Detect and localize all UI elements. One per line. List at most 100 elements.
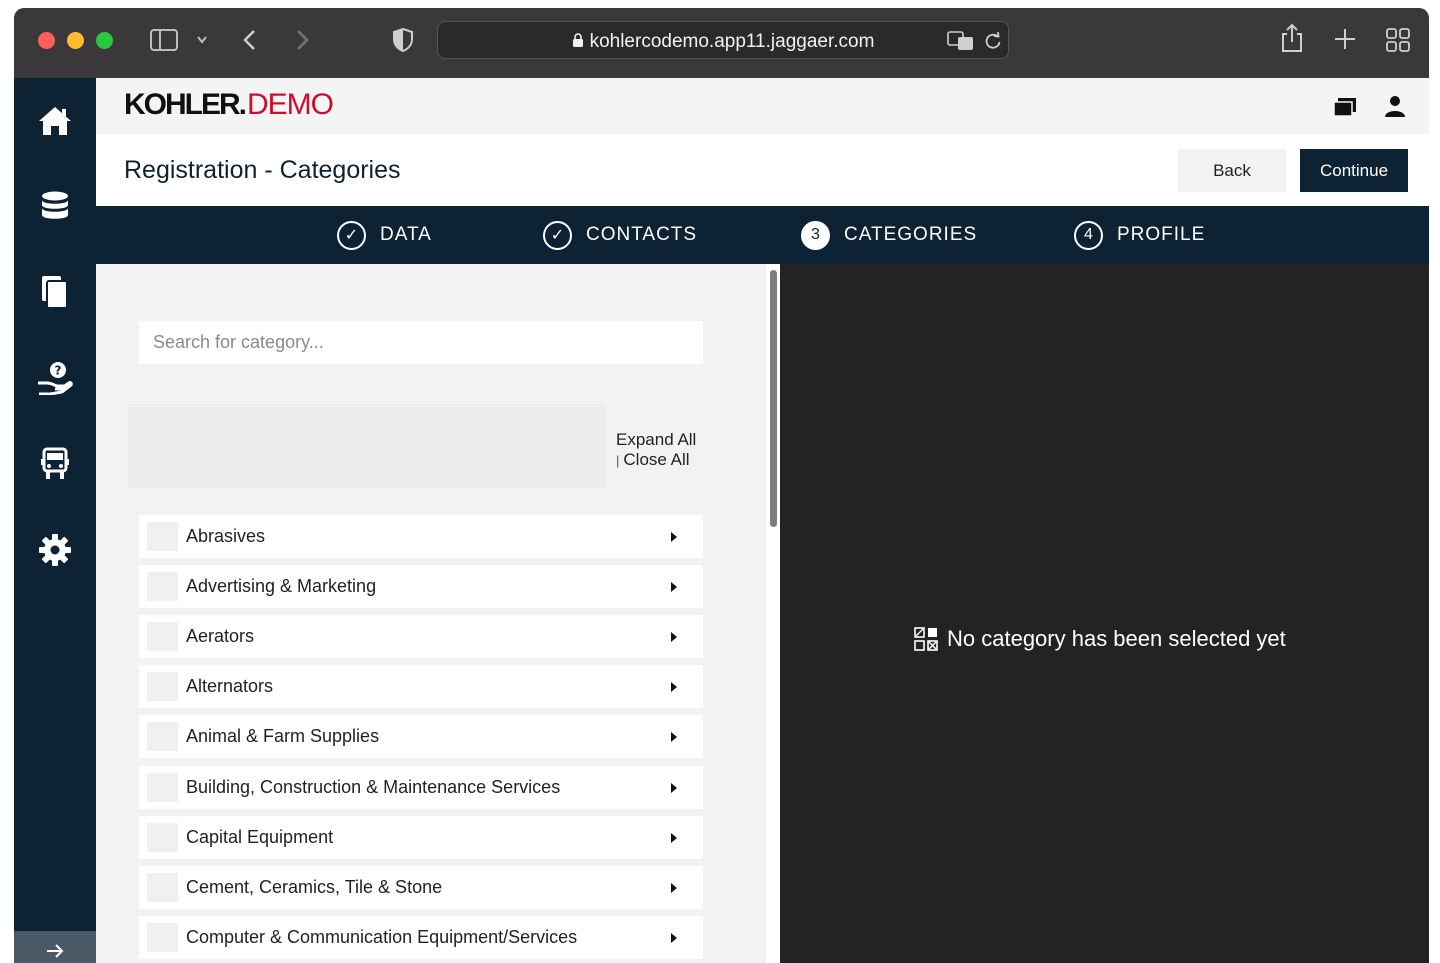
caret-right-icon[interactable] [671, 882, 677, 893]
nav-home[interactable] [14, 91, 96, 151]
category-label: Computer & Communication Equipment/Servi… [186, 927, 578, 947]
category-search-input[interactable] [139, 321, 703, 364]
category-checkbox[interactable] [147, 672, 178, 701]
check-circle-icon: ✓ [337, 220, 366, 250]
nav-documents[interactable] [14, 262, 96, 322]
close-all-link[interactable]: Close All [623, 450, 689, 469]
category-checkbox[interactable] [147, 622, 178, 651]
translate-icon[interactable] [947, 30, 975, 52]
category-row[interactable]: Cement, Ceramics, Tile & Stone [139, 866, 703, 909]
page-header: Registration - Categories Back Continue [96, 134, 1429, 206]
category-label: Alternators [186, 676, 274, 696]
help-hand-icon: ? [38, 362, 73, 395]
app-header: KOHLER.DEMO [96, 78, 1429, 134]
step-profile[interactable]: 4 PROFILE [1074, 220, 1205, 250]
category-label: Aerators [186, 626, 255, 646]
svg-text:?: ? [55, 364, 62, 378]
category-checkbox[interactable] [147, 923, 178, 952]
category-checkbox[interactable] [147, 722, 178, 751]
step-label: PROFILE [1117, 224, 1206, 245]
category-label: Capital Equipment [186, 827, 334, 847]
tab-overview-icon[interactable] [1386, 28, 1410, 52]
messages-icon[interactable] [1334, 98, 1356, 116]
home-icon [39, 107, 71, 135]
caret-right-icon[interactable] [671, 832, 677, 843]
category-row[interactable]: Animal & Farm Supplies [139, 715, 703, 758]
zoom-window-button[interactable] [96, 32, 113, 49]
check-circle-icon: ✓ [543, 220, 572, 250]
category-row[interactable]: Building, Construction & Maintenance Ser… [139, 766, 703, 809]
caret-right-icon[interactable] [671, 932, 677, 943]
category-row[interactable]: Capital Equipment [139, 816, 703, 859]
empty-selection-message: No category has been selected yet [914, 626, 1286, 652]
arrow-right-icon [47, 944, 64, 958]
browser-toolbar: kohlercodemo.app11.jaggaer.com [14, 8, 1429, 78]
expand-sidebar-button[interactable] [14, 931, 96, 963]
category-row[interactable]: Advertising & Marketing [139, 565, 703, 608]
tree-controls: Expand All | Close All [616, 430, 697, 469]
category-label: Cement, Ceramics, Tile & Stone [186, 877, 443, 897]
back-arrow-icon[interactable] [242, 28, 258, 52]
sidebar-toggle-icon[interactable] [150, 28, 178, 52]
gear-icon [39, 534, 71, 566]
company-logo[interactable]: KOHLER.DEMO [124, 88, 334, 122]
step-number-badge: 4 [1074, 220, 1103, 250]
page-title: Registration - Categories [124, 156, 401, 184]
back-button[interactable]: Back [1178, 149, 1286, 192]
truck-icon [41, 447, 69, 479]
nav-support[interactable]: ? [14, 348, 96, 408]
selected-categories-panel: No category has been selected yet [780, 264, 1429, 963]
registration-stepper: ✓ DATA ✓ CONTACTS 3 CATEGORIES 4 PROFILE [96, 206, 1429, 264]
category-label: Building, Construction & Maintenance Ser… [186, 777, 561, 797]
step-label: DATA [380, 224, 432, 245]
forward-arrow-icon[interactable] [294, 28, 310, 52]
caret-right-icon[interactable] [671, 782, 677, 793]
lock-icon [572, 33, 583, 47]
category-label: Advertising & Marketing [186, 576, 377, 596]
category-scrollbar[interactable] [766, 264, 780, 963]
continue-button[interactable]: Continue [1300, 149, 1408, 192]
share-icon[interactable] [1280, 23, 1304, 53]
close-window-button[interactable] [38, 32, 55, 49]
url-text: kohlercodemo.app11.jaggaer.com [438, 31, 1008, 53]
reload-icon[interactable] [983, 31, 1003, 51]
new-tab-icon[interactable] [1334, 28, 1356, 50]
nav-logistics[interactable] [14, 434, 96, 494]
category-panel: Expand All |Close All Abrasives Advertis… [96, 264, 766, 963]
scrollbar-thumb[interactable] [770, 270, 777, 527]
step-categories[interactable]: 3 CATEGORIES [801, 220, 977, 250]
nav-data[interactable] [14, 176, 96, 236]
category-checkbox[interactable] [147, 773, 178, 802]
category-checkbox[interactable] [147, 572, 178, 601]
category-row[interactable]: Alternators [139, 665, 703, 708]
category-label: Animal & Farm Supplies [186, 726, 380, 746]
step-contacts[interactable]: ✓ CONTACTS [543, 220, 697, 250]
category-checkbox[interactable] [147, 522, 178, 551]
nav-settings[interactable] [14, 520, 96, 580]
category-row[interactable]: Aerators [139, 615, 703, 658]
browser-window: kohlercodemo.app11.jaggaer.com ? KOHLER.… [14, 8, 1429, 963]
privacy-shield-icon[interactable] [392, 27, 414, 53]
side-navigation: ? [14, 78, 96, 963]
address-bar[interactable]: kohlercodemo.app11.jaggaer.com [437, 21, 1009, 59]
chevron-down-icon[interactable] [196, 35, 208, 45]
category-filter-area [128, 404, 606, 488]
user-profile-icon[interactable] [1384, 95, 1406, 117]
category-checkbox[interactable] [147, 873, 178, 902]
database-icon [42, 191, 68, 219]
step-data[interactable]: ✓ DATA [337, 220, 432, 250]
category-row[interactable]: Computer & Communication Equipment/Servi… [139, 916, 703, 959]
minimize-window-button[interactable] [67, 32, 84, 49]
caret-right-icon[interactable] [671, 631, 677, 642]
caret-right-icon[interactable] [671, 681, 677, 692]
category-label: Abrasives [186, 526, 266, 546]
category-row[interactable]: Abrasives [139, 515, 703, 558]
caret-right-icon[interactable] [671, 581, 677, 592]
expand-all-link[interactable]: Expand All [616, 430, 696, 450]
step-label: CATEGORIES [844, 224, 978, 245]
category-checkbox[interactable] [147, 823, 178, 852]
qr-grid-icon [914, 627, 938, 651]
step-number-badge: 3 [801, 220, 830, 250]
caret-right-icon[interactable] [671, 531, 677, 542]
caret-right-icon[interactable] [671, 731, 677, 742]
